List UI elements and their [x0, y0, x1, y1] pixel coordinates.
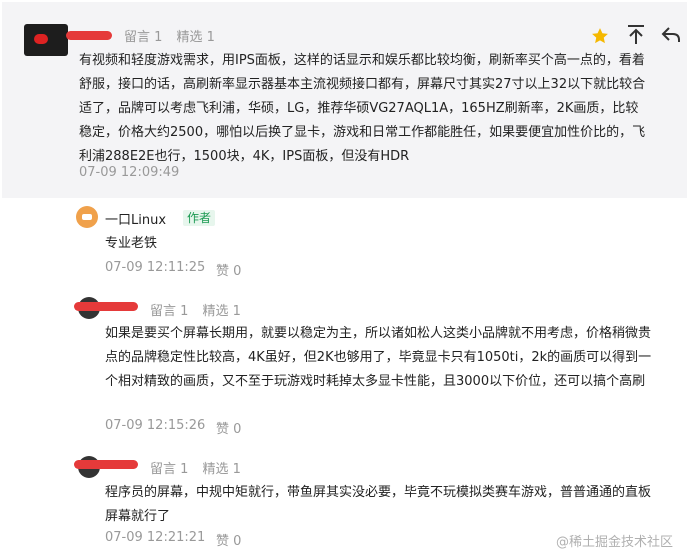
redacted-username	[66, 31, 112, 40]
avatar[interactable]	[76, 206, 98, 228]
reply-time: 07-09 12:11:25	[105, 260, 206, 275]
comment-count: 留言 1	[150, 462, 189, 477]
like-button[interactable]: 赞 0	[216, 418, 241, 437]
comment-meta: 留言 1 精选 1	[124, 26, 225, 45]
comment-text: 程序员的屏幕，中规中矩就行，带鱼屏其实没必要，毕竟不玩模拟类赛车游戏，普普通通的…	[105, 485, 652, 524]
pin-top-icon[interactable]	[626, 24, 646, 46]
like-button[interactable]: 赞 0	[216, 260, 241, 279]
featured-count: 精选 1	[202, 304, 241, 319]
redacted-username	[74, 302, 138, 311]
comment-count: 留言 1	[150, 304, 189, 319]
watermark-credit: @稀土掘金技术社区	[555, 535, 673, 550]
reply-author-name[interactable]: 一口Linux	[105, 209, 166, 228]
comment-time: 07-09 12:15:26	[105, 418, 206, 433]
comment-text: 如果是要买个屏幕长期用，就要以稳定为主，所以诸如松人这类小品牌就不用考虑，价格稍…	[105, 326, 652, 389]
star-icon[interactable]	[590, 26, 610, 46]
comment-meta: 留言 1 精选 1	[150, 458, 251, 477]
like-button[interactable]: 赞 0	[216, 530, 241, 549]
featured-count: 精选 1	[202, 462, 241, 477]
avatar[interactable]	[24, 24, 68, 56]
comment-time: 07-09 12:09:49	[79, 165, 180, 180]
comment-text: 有视频和轻度游戏需求，用IPS面板，这样的话显示和娱乐都比较均衡，刷新率买个高一…	[79, 53, 646, 164]
reply-text: 专业老铁	[105, 236, 158, 251]
featured-count: 精选 1	[176, 30, 215, 45]
comment-time: 07-09 12:21:21	[105, 530, 206, 545]
redacted-username	[74, 460, 138, 469]
author-badge: 作者	[183, 210, 216, 226]
comment-meta: 留言 1 精选 1	[150, 300, 251, 319]
reply-icon[interactable]	[660, 24, 682, 46]
comment-count: 留言 1	[124, 30, 163, 45]
